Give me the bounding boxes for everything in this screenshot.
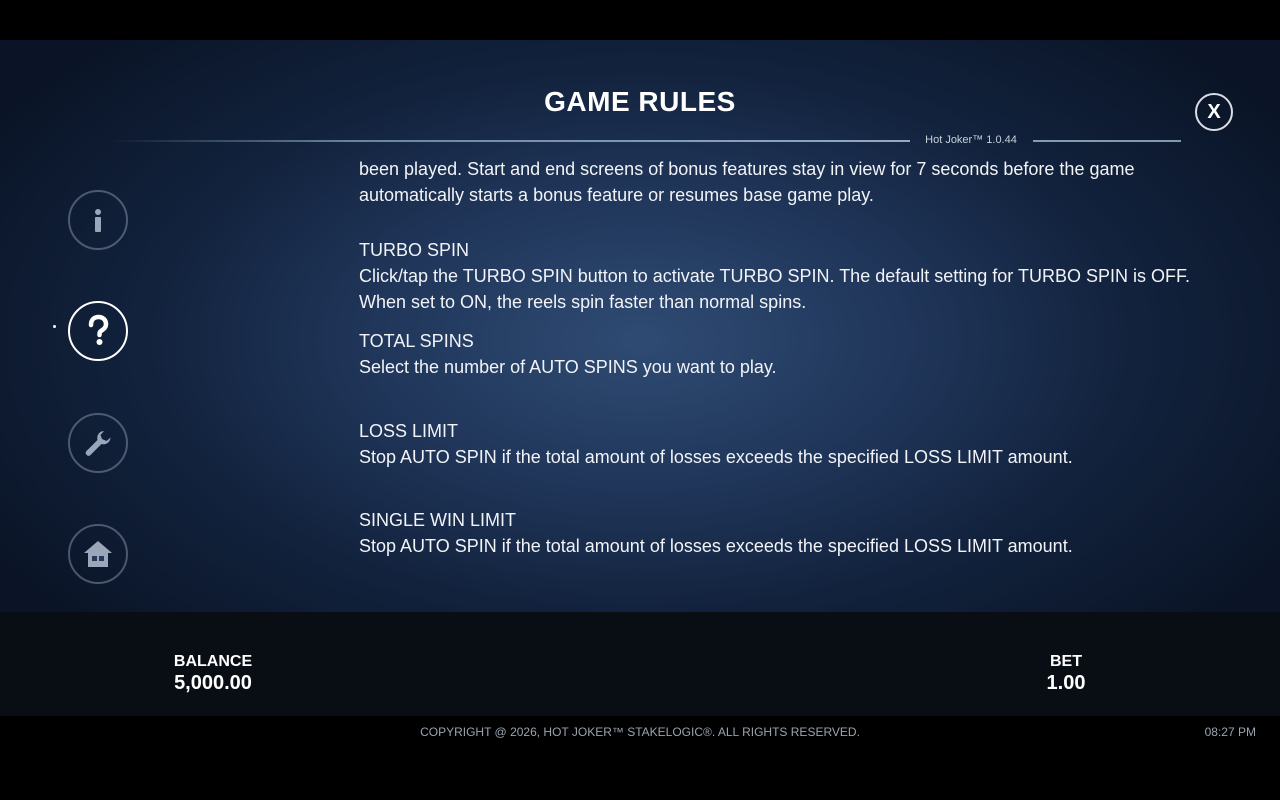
- balance-display: BALANCE 5,000.00: [153, 653, 273, 695]
- footer: COPYRIGHT @ 2026, HOT JOKER™ STAKELOGIC®…: [0, 716, 1280, 800]
- home-icon: [84, 541, 112, 567]
- section-text: Click/tap the TURBO SPIN button to activ…: [359, 266, 1190, 286]
- section-title: TOTAL SPINS: [359, 331, 474, 351]
- section-title: LOSS LIMIT: [359, 421, 459, 441]
- clock: 08:27 PM: [1204, 725, 1256, 739]
- info-icon: [95, 209, 101, 232]
- intro-line-1: been played. Start and end screens of bo…: [359, 159, 1135, 179]
- section-title: SINGLE WIN LIMIT: [359, 510, 517, 530]
- active-indicator: [53, 325, 56, 328]
- bet-label: BET: [1050, 653, 1082, 670]
- rule-section-loss-limit: LOSS LIMIT Stop AUTO SPIN if the total a…: [359, 418, 1199, 470]
- section-text: Stop AUTO SPIN if the total amount of lo…: [359, 536, 1073, 556]
- close-icon: X: [1207, 100, 1221, 123]
- home-button[interactable]: [68, 524, 128, 584]
- bet-display: BET 1.00: [1026, 653, 1106, 695]
- game-status-bar: BALANCE 5,000.00 BET 1.00: [0, 612, 1280, 716]
- close-button[interactable]: X: [1195, 93, 1233, 131]
- balance-label: BALANCE: [173, 653, 253, 670]
- header-divider-right: [1033, 140, 1181, 142]
- settings-button[interactable]: [68, 413, 128, 473]
- section-title: TURBO SPIN: [359, 240, 470, 260]
- header-divider-left: [110, 140, 910, 142]
- section-text: Select the number of AUTO SPINS you want…: [359, 357, 777, 377]
- question-icon: [88, 314, 109, 345]
- rules-content[interactable]: been played. Start and end screens of bo…: [359, 156, 1199, 576]
- copyright-text: COPYRIGHT @ 2026, HOT JOKER™ STAKELOGIC®…: [420, 725, 860, 739]
- bet-value: 1.00: [1046, 672, 1086, 694]
- version-label: Hot Joker™ 1.0.44: [925, 134, 1017, 146]
- rules-panel: GAME RULES X Hot Joker™ 1.0.44 been play…: [0, 40, 1280, 612]
- intro-line-2: automatically starts a bonus feature or …: [359, 185, 874, 205]
- help-button[interactable]: [68, 301, 128, 361]
- section-text: Stop AUTO SPIN if the total amount of lo…: [359, 447, 1073, 467]
- balance-value: 5,000.00: [174, 672, 252, 694]
- page-title: GAME RULES: [544, 86, 736, 117]
- rule-section-turbo-spin: TURBO SPIN Click/tap the TURBO SPIN butt…: [359, 237, 1199, 315]
- info-button[interactable]: [68, 190, 128, 250]
- rule-section-single-win-limit: SINGLE WIN LIMIT Stop AUTO SPIN if the t…: [359, 507, 1199, 559]
- section-text: When set to ON, the reels spin faster th…: [359, 292, 807, 312]
- wrench-icon: [85, 431, 111, 456]
- rule-section-total-spins: TOTAL SPINS Select the number of AUTO SP…: [359, 328, 1199, 380]
- intro-paragraph: been played. Start and end screens of bo…: [359, 156, 1199, 208]
